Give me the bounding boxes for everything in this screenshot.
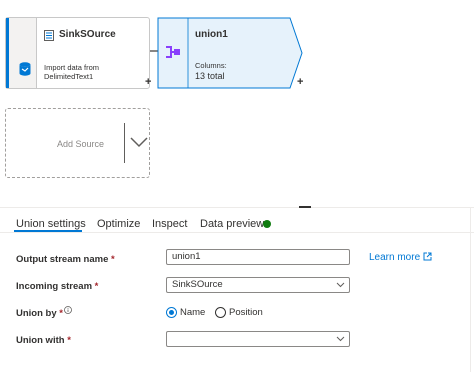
chevron-down-icon[interactable] bbox=[130, 136, 148, 148]
data-preview-status-dot bbox=[263, 220, 271, 228]
union-columns-label: Columns: bbox=[195, 61, 227, 70]
source-add-transform-button[interactable]: + bbox=[145, 76, 151, 88]
database-icon bbox=[19, 62, 31, 76]
union-with-dropdown[interactable] bbox=[166, 331, 350, 347]
source-node-name: SinkSOurce bbox=[59, 29, 116, 40]
union-node-name: union1 bbox=[195, 29, 228, 40]
source-node[interactable]: SinkSOurce Import data from DelimitedTex… bbox=[5, 17, 150, 89]
table-source-icon bbox=[44, 30, 54, 41]
tab-data-preview[interactable]: Data preview bbox=[200, 218, 264, 230]
union-by-position-label[interactable]: Position bbox=[229, 307, 263, 318]
incoming-stream-label: Incoming stream * bbox=[16, 281, 99, 292]
chevron-down-icon bbox=[336, 336, 345, 342]
union-by-label: Union by * bbox=[16, 308, 63, 319]
output-stream-name-input[interactable]: union1 bbox=[166, 249, 350, 265]
tab-union-settings[interactable]: Union settings bbox=[16, 218, 86, 230]
dataflow-canvas[interactable]: SinkSOurce Import data from DelimitedTex… bbox=[0, 0, 474, 206]
source-node-accent bbox=[6, 18, 9, 88]
info-icon[interactable] bbox=[64, 306, 72, 314]
add-source-button[interactable]: Add Source bbox=[5, 108, 150, 178]
external-link-icon[interactable] bbox=[423, 252, 432, 261]
union-columns-value: 13 total bbox=[195, 71, 225, 81]
panel-resize-handle[interactable] bbox=[299, 206, 311, 208]
union-by-position-radio[interactable] bbox=[215, 307, 226, 318]
union-with-label: Union with * bbox=[16, 335, 71, 346]
incoming-stream-value: SinkSOurce bbox=[172, 279, 223, 290]
output-stream-name-label: Output stream name * bbox=[16, 254, 115, 265]
union-by-name-radio[interactable] bbox=[166, 307, 177, 318]
add-source-label: Add Source bbox=[57, 139, 105, 149]
tab-optimize[interactable]: Optimize bbox=[97, 218, 140, 230]
union-by-name-label[interactable]: Name bbox=[180, 307, 205, 318]
panel-divider bbox=[0, 207, 474, 208]
source-node-description: Import data from DelimitedText1 bbox=[44, 63, 100, 81]
active-tab-indicator bbox=[14, 230, 82, 232]
tab-inspect[interactable]: Inspect bbox=[152, 218, 187, 230]
source-node-icon-strip bbox=[6, 18, 37, 88]
union-node[interactable]: union1 Columns: 13 total bbox=[157, 17, 303, 89]
chevron-down-icon bbox=[336, 282, 345, 288]
union-add-transform-button[interactable]: + bbox=[297, 76, 303, 88]
tabs-border bbox=[0, 232, 474, 233]
add-source-divider bbox=[124, 123, 125, 163]
learn-more-link[interactable]: Learn more bbox=[369, 252, 420, 263]
incoming-stream-dropdown[interactable]: SinkSOurce bbox=[166, 277, 350, 293]
union-icon bbox=[166, 46, 180, 58]
